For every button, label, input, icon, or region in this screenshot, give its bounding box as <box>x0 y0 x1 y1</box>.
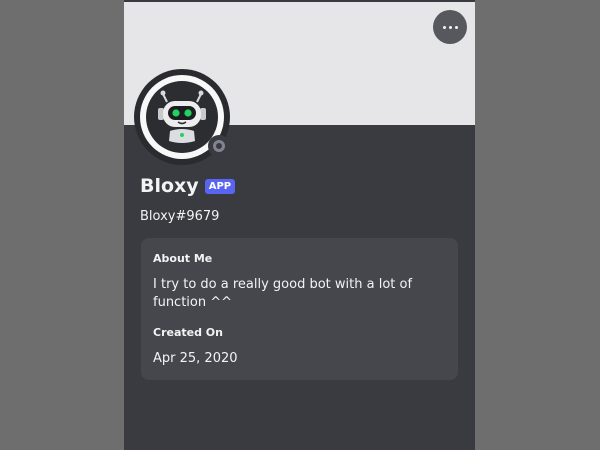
user-profile-card: Bloxy APP Bloxy#9679 About Me I try to d… <box>124 0 475 450</box>
more-horizontal-icon <box>442 25 446 29</box>
offline-status-icon <box>216 143 222 149</box>
about-me-heading: About Me <box>153 252 213 265</box>
avatar-frame[interactable] <box>134 69 230 165</box>
username[interactable]: Bloxy#9679 <box>140 208 219 226</box>
more-options-button[interactable] <box>433 10 467 44</box>
status-indicator <box>208 135 230 157</box>
display-name[interactable]: Bloxy <box>140 174 199 198</box>
created-on-date: Apr 25, 2020 <box>153 351 238 366</box>
created-on-heading: Created On <box>153 326 223 339</box>
profile-info-section: About Me I try to do a really good bot w… <box>141 238 458 380</box>
app-badge[interactable]: APP <box>204 179 236 194</box>
about-me-text: I try to do a really good bot with a lot… <box>153 277 413 310</box>
name-row: Bloxy APP <box>140 174 236 198</box>
